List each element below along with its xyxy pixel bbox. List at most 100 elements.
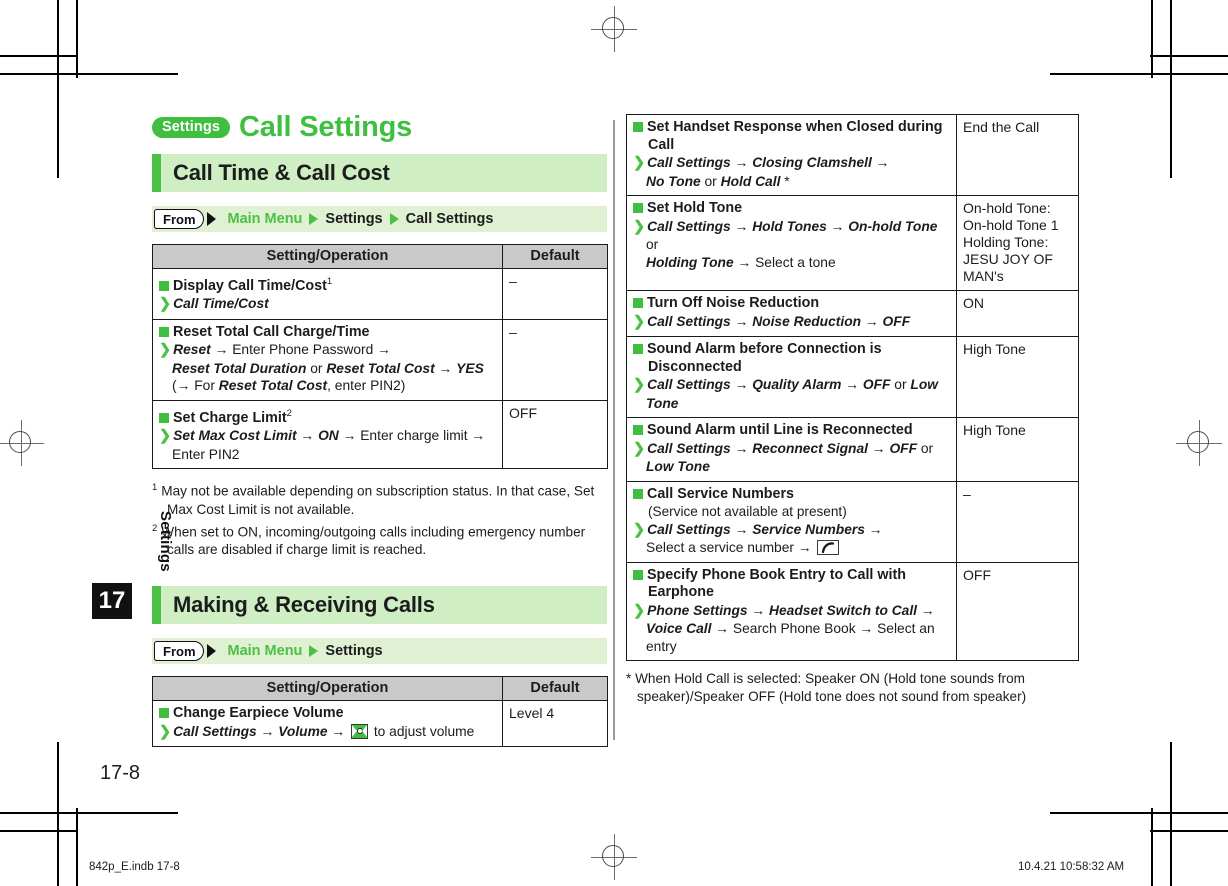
bullet-square-icon	[633, 203, 643, 213]
step-keyword: Hold Call	[720, 173, 781, 189]
step-arrow: →	[730, 440, 753, 456]
footnote: 1 May not be available depending on subsc…	[152, 479, 607, 519]
step-keyword: Holding Tone	[646, 254, 734, 270]
step-text: or	[306, 360, 327, 376]
step-marker-icon: ❯	[633, 377, 646, 393]
breadcrumb-item-1[interactable]: Settings	[325, 643, 382, 659]
table-row: Specify Phone Book Entry to Call with Ea…	[626, 561, 1079, 661]
setting-operation-cell: Sound Alarm until Line is Reconnected ❯ Ca…	[626, 417, 957, 482]
step-text: to adjust volume	[370, 723, 475, 739]
default-value-cell: High Tone	[956, 336, 1079, 418]
step-arrow: →	[210, 342, 233, 358]
operation-step: ❯ Reset → Enter Phone Password →	[159, 341, 496, 360]
breadcrumb-call-settings: From Main Menu Settings Call Settings	[152, 206, 607, 232]
right-column: Set Handset Response when Closed during …	[626, 114, 1079, 706]
step-text: When Hold Call is selected:	[635, 671, 806, 686]
breadcrumb-item-0[interactable]: Main Menu	[228, 643, 303, 659]
step-arrow: →	[733, 254, 756, 270]
footer-timestamp: 10.4.21 10:58:32 AM	[1018, 861, 1125, 873]
setting-note: (Service not available at present)	[648, 504, 847, 519]
step-keyword: Headset Switch to Call	[769, 602, 918, 618]
operation-step: Holding Tone → Select a tone	[633, 254, 950, 272]
step-marker-icon: ❯	[633, 440, 646, 457]
footnotes-left: 1 May not be available depending on subsc…	[152, 479, 607, 559]
step-arrow: →	[730, 377, 753, 392]
step-text: May not be available depending on subscr…	[161, 483, 595, 517]
settings-table-making-receiving-calls: Setting/Operation Default Change Earpiec…	[152, 676, 608, 748]
operation-step: ❯ Call Settings → Volume → to adjust volu…	[159, 723, 496, 742]
chevron-right-icon	[309, 645, 319, 658]
footnote: 2 When set to ON, incoming/outgoing calls…	[152, 520, 607, 560]
table-row: Set Handset Response when Closed during …	[626, 114, 1079, 196]
breadcrumb-item-1[interactable]: Settings	[325, 211, 382, 227]
step-keyword: Call Time/Cost	[173, 296, 269, 312]
table-body: Change Earpiece Volume ❯ Call Settings → V…	[152, 700, 608, 748]
section-accent-bar	[152, 586, 161, 625]
step-arrow: →	[711, 621, 733, 636]
table-header-row: Setting/Operation Default	[152, 244, 608, 269]
step-keyword: Quality Alarm	[752, 377, 842, 392]
bullet-square-icon	[633, 425, 643, 435]
step-arrow: →	[861, 313, 883, 329]
setting-title: Call Service Numbers	[633, 486, 950, 504]
chevron-right-icon	[309, 213, 319, 225]
default-value-line: MAN's	[963, 268, 1004, 284]
breadcrumb-path: Main Menu Settings	[228, 643, 383, 659]
section-heading-call-time-cost: Call Time & Call Cost	[152, 154, 607, 192]
from-arrow-icon	[206, 644, 216, 659]
step-keyword: OFF	[882, 313, 911, 329]
step-text: (Hold tone does not sound from speaker)	[775, 689, 1027, 704]
step-keyword: Hold Tones	[752, 218, 827, 234]
from-button[interactable]: From	[154, 209, 204, 229]
breadcrumb-item-2[interactable]: Call Settings	[406, 211, 494, 227]
setting-operation-cell: Set Handset Response when Closed during …	[626, 114, 957, 196]
navigation-key-icon	[351, 723, 368, 739]
breadcrumb-settings: From Main Menu Settings	[152, 638, 607, 665]
from-button[interactable]: From	[154, 641, 204, 662]
step-keyword: Phone Settings	[647, 602, 748, 618]
column-header-default: Default	[502, 244, 608, 269]
bullet-square-icon	[159, 326, 169, 337]
settings-table-call-time-cost: Setting/Operation Default Display Call T…	[152, 244, 608, 470]
step-keyword: Set Max Cost Limit	[173, 428, 297, 444]
table-body: Display Call Time/Cost1 ❯ Call Time/Cost – R…	[152, 268, 608, 470]
operation-step: (→ For Reset Total Cost, enter PIN2)	[159, 377, 496, 395]
step-marker-icon: ❯	[633, 218, 646, 235]
step-keyword: Call Settings	[647, 377, 731, 392]
step-arrow: →	[373, 342, 391, 358]
step-marker-icon: ❯	[633, 602, 646, 619]
bullet-square-icon	[159, 412, 169, 423]
table-row: Reset Total Call Charge/Time ❯ Reset → Ent…	[152, 318, 608, 401]
default-value-line: On-hold Tone 1	[963, 217, 1059, 233]
setting-operation-cell: Specify Phone Book Entry to Call with Ea…	[626, 561, 957, 661]
step-arrow: →	[730, 218, 753, 234]
default-value-line: JESU JOY OF	[963, 251, 1053, 267]
footnote-marker: 2	[152, 522, 158, 534]
settings-table-call-settings-continued: Set Handset Response when Closed during …	[626, 114, 1079, 661]
step-keyword: No Tone	[646, 173, 701, 189]
column-header-setting-operation: Setting/Operation	[152, 676, 503, 702]
operation-step: Select a service number →	[633, 539, 950, 557]
setting-title: Display Call Time/Cost1	[159, 273, 496, 295]
breadcrumb-path: Main Menu Settings Call Settings	[228, 211, 494, 227]
default-value-cell: –	[956, 480, 1079, 563]
default-value-line: On-hold Tone:	[963, 200, 1051, 216]
step-arrow: →	[730, 155, 753, 170]
step-keyword: Service Numbers	[752, 521, 865, 537]
step-keyword: On-hold Tone	[848, 218, 938, 234]
step-keyword: Voice Call	[646, 621, 712, 636]
chevron-right-icon	[389, 213, 399, 225]
breadcrumb-item-0[interactable]: Main Menu	[228, 211, 303, 227]
bullet-square-icon	[159, 708, 169, 719]
setting-title: Reset Total Call Charge/Time	[159, 324, 496, 342]
step-text: Select a service number	[646, 540, 794, 555]
step-text: or	[700, 173, 721, 189]
step-keyword: Closing Clamshell	[752, 155, 872, 170]
step-keyword: Volume	[278, 723, 328, 739]
setting-title: Sound Alarm until Line is Reconnected	[633, 422, 950, 440]
default-value-cell: End the Call	[956, 114, 1079, 196]
default-value-cell: ON	[956, 290, 1079, 337]
operation-step: ❯ Call Settings → Service Numbers →	[633, 521, 950, 540]
step-keyword: ON	[237, 524, 258, 540]
default-value-cell: OFF	[956, 561, 1079, 661]
